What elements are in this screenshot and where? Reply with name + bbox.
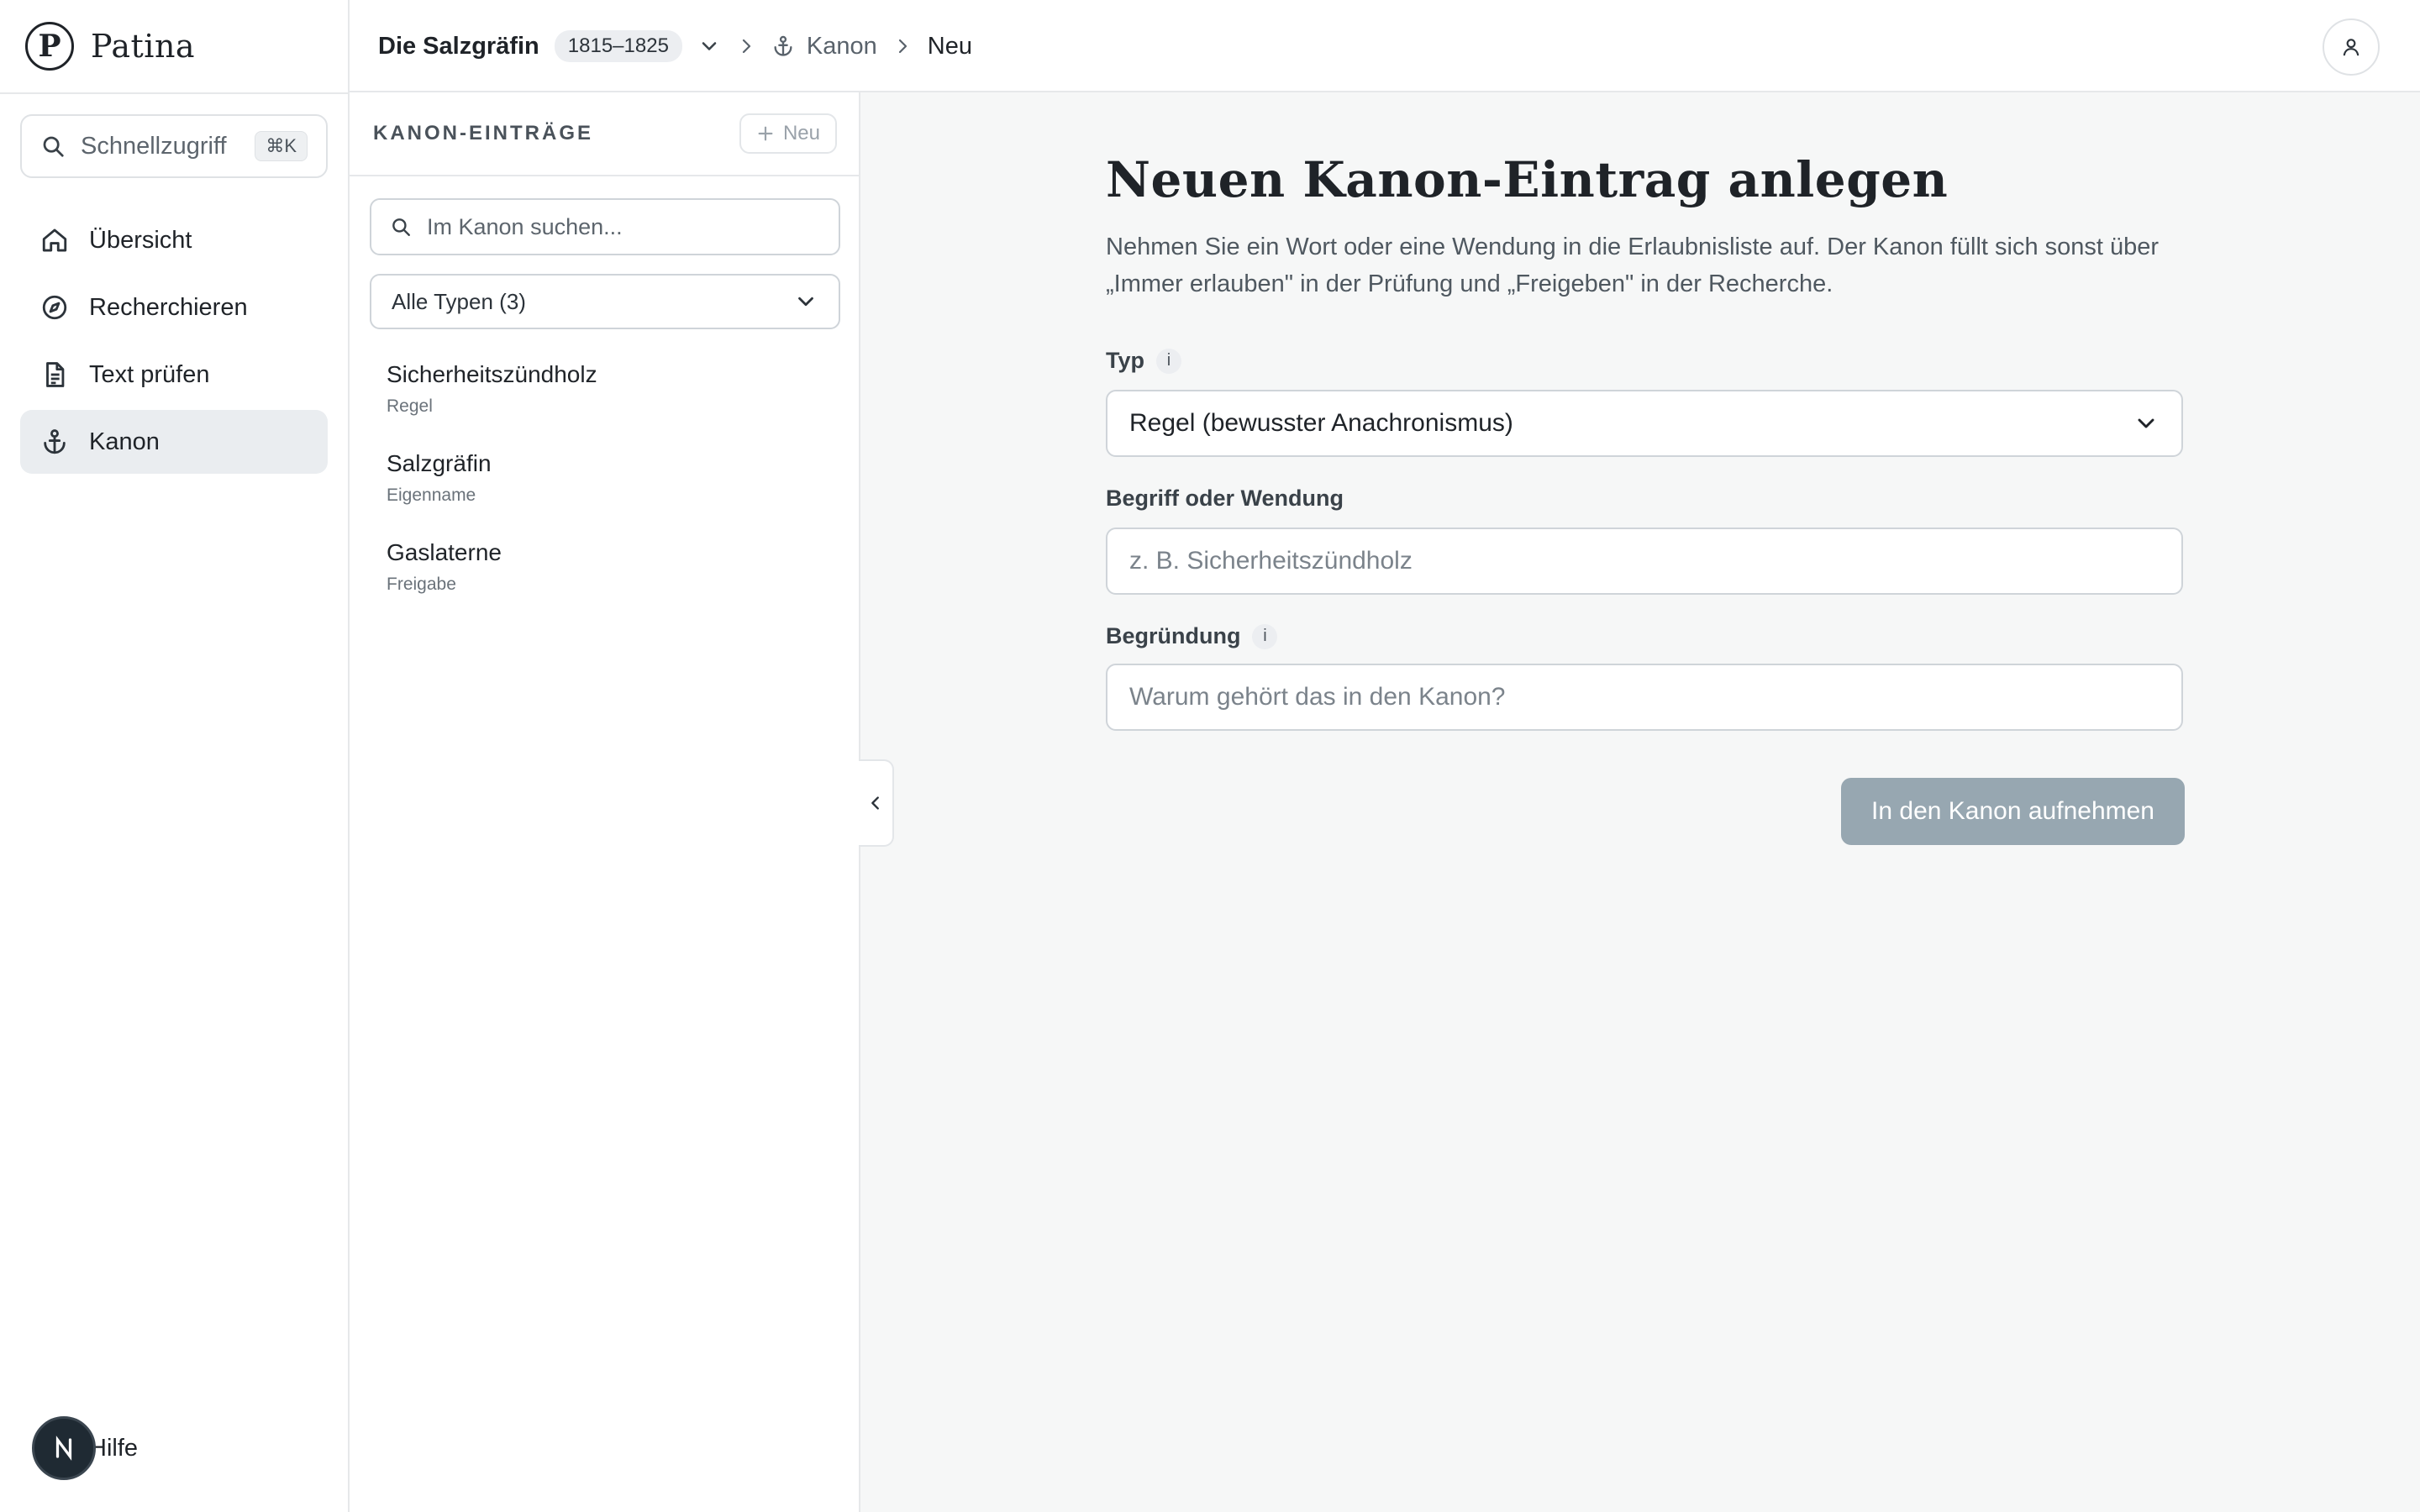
- sidebar-item-uebersicht[interactable]: Übersicht: [20, 208, 328, 272]
- type-select[interactable]: Regel (bewusster Anachronismus): [1106, 390, 2183, 457]
- type-label-text: Typ: [1106, 348, 1144, 373]
- breadcrumb-kanon-label: Kanon: [806, 32, 877, 60]
- project-title[interactable]: Die Salzgräfin: [378, 33, 539, 60]
- term-field-label: Begriff oder Wendung: [1106, 486, 1344, 512]
- sidebar-item-recherchieren[interactable]: Recherchieren: [20, 276, 328, 339]
- project-years-badge: 1815–1825: [554, 30, 682, 62]
- kanon-search-input[interactable]: Im Kanon suchen...: [370, 198, 840, 255]
- chevron-down-icon: [793, 289, 818, 314]
- quick-access-label: Schnellzugriff: [81, 132, 227, 160]
- breadcrumb-current: Neu: [927, 32, 972, 60]
- sidebar-divider: [0, 92, 350, 94]
- search-placeholder: Im Kanon suchen...: [427, 213, 623, 239]
- search-icon: [390, 216, 412, 238]
- sidebar-item-label: Kanon: [89, 428, 160, 455]
- user-icon: [2340, 36, 2362, 58]
- type-field-label: Typ i: [1106, 348, 1181, 374]
- type-select-value: Regel (bewusster Anachronismus): [1129, 409, 1513, 437]
- sidebar-item-text-pruefen[interactable]: Text prüfen: [20, 343, 328, 407]
- entry-name: Gaslaterne: [387, 539, 502, 565]
- help-label: Hilfe: [89, 1434, 139, 1462]
- term-label-text: Begriff oder Wendung: [1106, 486, 1344, 511]
- search-icon: [40, 134, 66, 159]
- document-icon: [40, 360, 69, 389]
- term-placeholder: z. B. Sicherheitszündholz: [1129, 547, 1413, 575]
- list-panel-title: KANON-EINTRÄGE: [373, 122, 593, 144]
- entry-name: Sicherheitszündholz: [387, 361, 597, 387]
- entry-name: Salzgräfin: [387, 450, 492, 476]
- add-to-kanon-button[interactable]: In den Kanon aufnehmen: [1841, 778, 2185, 845]
- breadcrumb-kanon-link[interactable]: Kanon: [771, 33, 877, 60]
- entry-type: Freigabe: [387, 575, 456, 594]
- anchor-icon: [771, 34, 795, 58]
- list-item[interactable]: Salzgräfin Eigenname: [387, 450, 823, 539]
- home-icon: [40, 226, 69, 255]
- main-nav: Übersicht Recherchieren Text prüfen Kano…: [20, 208, 328, 477]
- chevron-right-icon: [892, 36, 913, 56]
- help-button[interactable]: Hilfe: [32, 1416, 138, 1480]
- reason-label-text: Begründung: [1106, 623, 1241, 648]
- sidebar-item-label: Text prüfen: [89, 360, 210, 388]
- kanon-list-panel: KANON-EINTRÄGE Neu Im Kanon suchen... Al…: [350, 92, 860, 1512]
- chevron-down-icon: [2133, 410, 2160, 437]
- chevron-left-icon: [866, 794, 885, 812]
- breadcrumb: Die Salzgräfin 1815–1825 Kanon Neu: [378, 0, 972, 92]
- quick-access-button[interactable]: Schnellzugriff ⌘K: [20, 114, 328, 178]
- shortcut-badge: ⌘K: [255, 131, 308, 161]
- sidebar-item-label: Übersicht: [89, 226, 192, 254]
- info-icon[interactable]: i: [1252, 623, 1278, 649]
- top-bar: Die Salzgräfin 1815–1825 Kanon Neu: [350, 0, 2420, 92]
- compass-icon: [40, 293, 69, 322]
- anchor-icon: [40, 428, 69, 456]
- help-avatar[interactable]: [32, 1416, 96, 1480]
- kanon-entry-list: Sicherheitszündholz Regel Salzgräfin Eig…: [387, 361, 823, 628]
- info-icon[interactable]: i: [1156, 348, 1181, 374]
- app-name: Patina: [91, 28, 196, 65]
- sidebar: P Patina Schnellzugriff ⌘K Übersicht Rec…: [0, 0, 350, 1512]
- page-title: Neuen Kanon-Eintrag anlegen: [1106, 151, 1949, 208]
- type-filter-value: Alle Typen (3): [392, 288, 526, 314]
- list-panel-header: KANON-EINTRÄGE Neu: [350, 92, 859, 176]
- list-item[interactable]: Gaslaterne Freigabe: [387, 539, 823, 628]
- new-entry-label: Neu: [782, 122, 820, 144]
- reason-placeholder: Warum gehört das in den Kanon?: [1129, 683, 1506, 711]
- sidebar-item-kanon[interactable]: Kanon: [20, 410, 328, 474]
- plus-icon: [756, 124, 775, 143]
- sidebar-item-label: Recherchieren: [89, 293, 248, 321]
- term-input[interactable]: z. B. Sicherheitszündholz: [1106, 528, 2183, 595]
- reason-field-label: Begründung i: [1106, 623, 1278, 649]
- app-logo: P: [25, 22, 74, 71]
- type-filter-select[interactable]: Alle Typen (3): [370, 274, 840, 329]
- new-entry-form: Neuen Kanon-Eintrag anlegen Nehmen Sie e…: [1106, 151, 2185, 845]
- list-item[interactable]: Sicherheitszündholz Regel: [387, 361, 823, 450]
- profile-button[interactable]: [2323, 18, 2380, 76]
- chevron-right-icon: [736, 36, 756, 56]
- entry-type: Regel: [387, 396, 433, 416]
- brand[interactable]: P Patina: [25, 22, 195, 71]
- page-description: Nehmen Sie ein Wort oder eine Wendung in…: [1106, 234, 2160, 297]
- collapse-panel-button[interactable]: [859, 759, 894, 847]
- entry-type: Eigenname: [387, 486, 476, 505]
- reason-input[interactable]: Warum gehört das in den Kanon?: [1106, 664, 2183, 731]
- new-entry-button[interactable]: Neu: [739, 113, 837, 154]
- chevron-down-icon[interactable]: [697, 34, 721, 58]
